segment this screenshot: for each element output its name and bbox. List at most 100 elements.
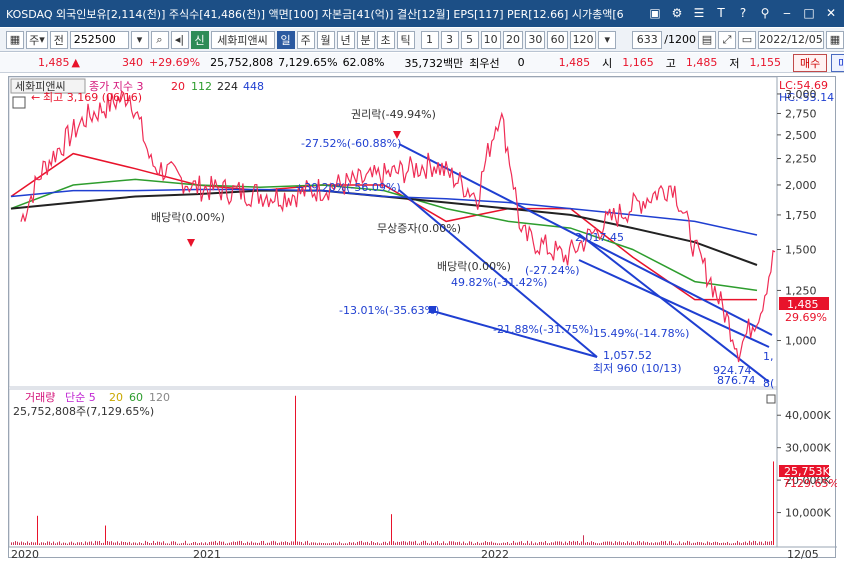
interval-120[interactable]: 120: [569, 30, 597, 49]
count-input[interactable]: 633: [632, 30, 663, 49]
volume-bar: [427, 542, 428, 545]
volume-bar: [571, 541, 572, 545]
volume-bar: [177, 543, 178, 545]
volume-bar: [153, 540, 154, 545]
date-input[interactable]: 2022/12/05: [758, 30, 824, 49]
volume-bar: [647, 541, 648, 545]
volume-bar: [77, 542, 78, 545]
volume-bar: [361, 540, 362, 545]
volume-bar: [659, 542, 660, 545]
volume-bar: [535, 542, 536, 545]
volume-bar: [415, 540, 416, 545]
volume-bar: [207, 543, 208, 545]
volume-bar: [199, 542, 200, 545]
chart-panel[interactable]: 세화피앤씨 종가 지수 3 20 112 224 448 LC:54.69 HC…: [8, 76, 839, 561]
volume-bar: [149, 542, 150, 545]
volume-bar: [469, 541, 470, 545]
grid-icon[interactable]: ▦: [6, 30, 24, 49]
sell-button[interactable]: 매도: [831, 53, 844, 72]
pin-icon[interactable]: ⚲: [756, 4, 774, 22]
maximize-icon[interactable]: □: [800, 4, 818, 22]
open-label: 시: [602, 56, 613, 70]
volume-bar: [405, 541, 406, 545]
volume-bar: [367, 541, 368, 545]
period-month[interactable]: 월: [316, 30, 335, 49]
volume-bar: [429, 543, 430, 545]
chart-svg[interactable]: 세화피앤씨 종가 지수 3 20 112 224 448 LC:54.69 HC…: [8, 76, 839, 561]
volume-bar: [691, 543, 692, 545]
volume-bar: [81, 542, 82, 545]
volume-bar: [267, 542, 268, 545]
scale-icon[interactable]: ⤢: [718, 30, 736, 49]
interval-20[interactable]: 20: [502, 30, 524, 49]
interval-1[interactable]: 1: [420, 30, 439, 49]
volume-bar: [533, 543, 534, 545]
volume-bar: [527, 540, 528, 545]
low-value: 1,155: [749, 56, 782, 69]
volume-bar: [129, 541, 130, 545]
vol-tick-label: 40,000K: [785, 409, 831, 422]
volume-bar: [411, 541, 412, 545]
jeon-button[interactable]: 전: [49, 30, 68, 49]
period-day[interactable]: 일: [276, 30, 295, 49]
buy-button[interactable]: 매수: [793, 53, 828, 72]
y-tick-label: 2,500: [785, 129, 817, 142]
volume-bar: [425, 540, 426, 545]
volume-bar: [407, 542, 408, 545]
volume-bar: [649, 542, 650, 545]
volume-bar: [561, 541, 562, 545]
interval-30[interactable]: 30: [525, 30, 546, 49]
sound-icon[interactable]: ◂|: [170, 30, 189, 49]
volume-bar: [625, 543, 626, 545]
window-icon[interactable]: ▣: [646, 4, 664, 22]
help-question-icon[interactable]: ?: [734, 4, 752, 22]
period-year[interactable]: 년: [336, 30, 355, 49]
list-icon[interactable]: ☰: [690, 4, 708, 22]
volume-bar: [43, 542, 44, 545]
volume-bar: [601, 542, 602, 545]
type-select[interactable]: 주 ▾: [26, 30, 48, 49]
close-icon[interactable]: ✕: [822, 4, 840, 22]
help-t-icon[interactable]: T: [712, 4, 730, 22]
interval-60[interactable]: 60: [547, 30, 568, 49]
volume-bar: [127, 542, 128, 545]
interval-5[interactable]: 5: [460, 30, 479, 49]
volume-bar: [721, 542, 722, 545]
interval-10[interactable]: 10: [480, 30, 501, 49]
volume-bar: [241, 541, 242, 545]
minimize-icon[interactable]: ‒: [778, 4, 796, 22]
volume-bar: [749, 540, 750, 545]
search-icon[interactable]: ⌕: [150, 30, 169, 49]
stock-code-input[interactable]: 252500: [69, 30, 129, 49]
y-tick-label: 1,500: [785, 244, 817, 257]
period-minute[interactable]: 분: [356, 30, 375, 49]
volume-bar: [291, 541, 292, 545]
interval-3[interactable]: 3: [440, 30, 459, 49]
vol-settings-icon[interactable]: [766, 394, 776, 404]
volume-bar: [479, 543, 480, 545]
volume-bar: [655, 542, 656, 545]
volume-bar: [57, 542, 58, 545]
period-week[interactable]: 주: [296, 30, 315, 49]
volume-bar: [221, 541, 222, 545]
volume-bar: [59, 541, 60, 545]
volume-bar: [383, 541, 384, 545]
code-dropdown-icon[interactable]: ▾: [130, 30, 149, 49]
volume-bar: [589, 542, 590, 545]
volume-bar: [49, 541, 50, 545]
period-tick[interactable]: 틱: [396, 30, 415, 49]
settings-icon[interactable]: ⚙: [668, 4, 686, 22]
title-controls: ▣ ⚙ ☰ T ? ⚲ ‒ □ ✕: [646, 4, 840, 22]
interval-dropdown-icon[interactable]: ▾: [598, 30, 617, 49]
chart-tool-icon[interactable]: ▤: [698, 30, 716, 49]
volume-bar: [39, 543, 40, 545]
save-icon[interactable]: ▭: [738, 30, 756, 49]
volume-bar: [13, 542, 14, 545]
table-icon[interactable]: [12, 96, 26, 109]
volume-bar: [771, 541, 772, 545]
period-second[interactable]: 초: [376, 30, 395, 49]
volume-bar: [731, 543, 732, 545]
stock-name[interactable]: 세화피앤씨: [210, 30, 275, 49]
calendar-icon[interactable]: ▦: [826, 30, 844, 49]
volume-bar: [727, 541, 728, 545]
